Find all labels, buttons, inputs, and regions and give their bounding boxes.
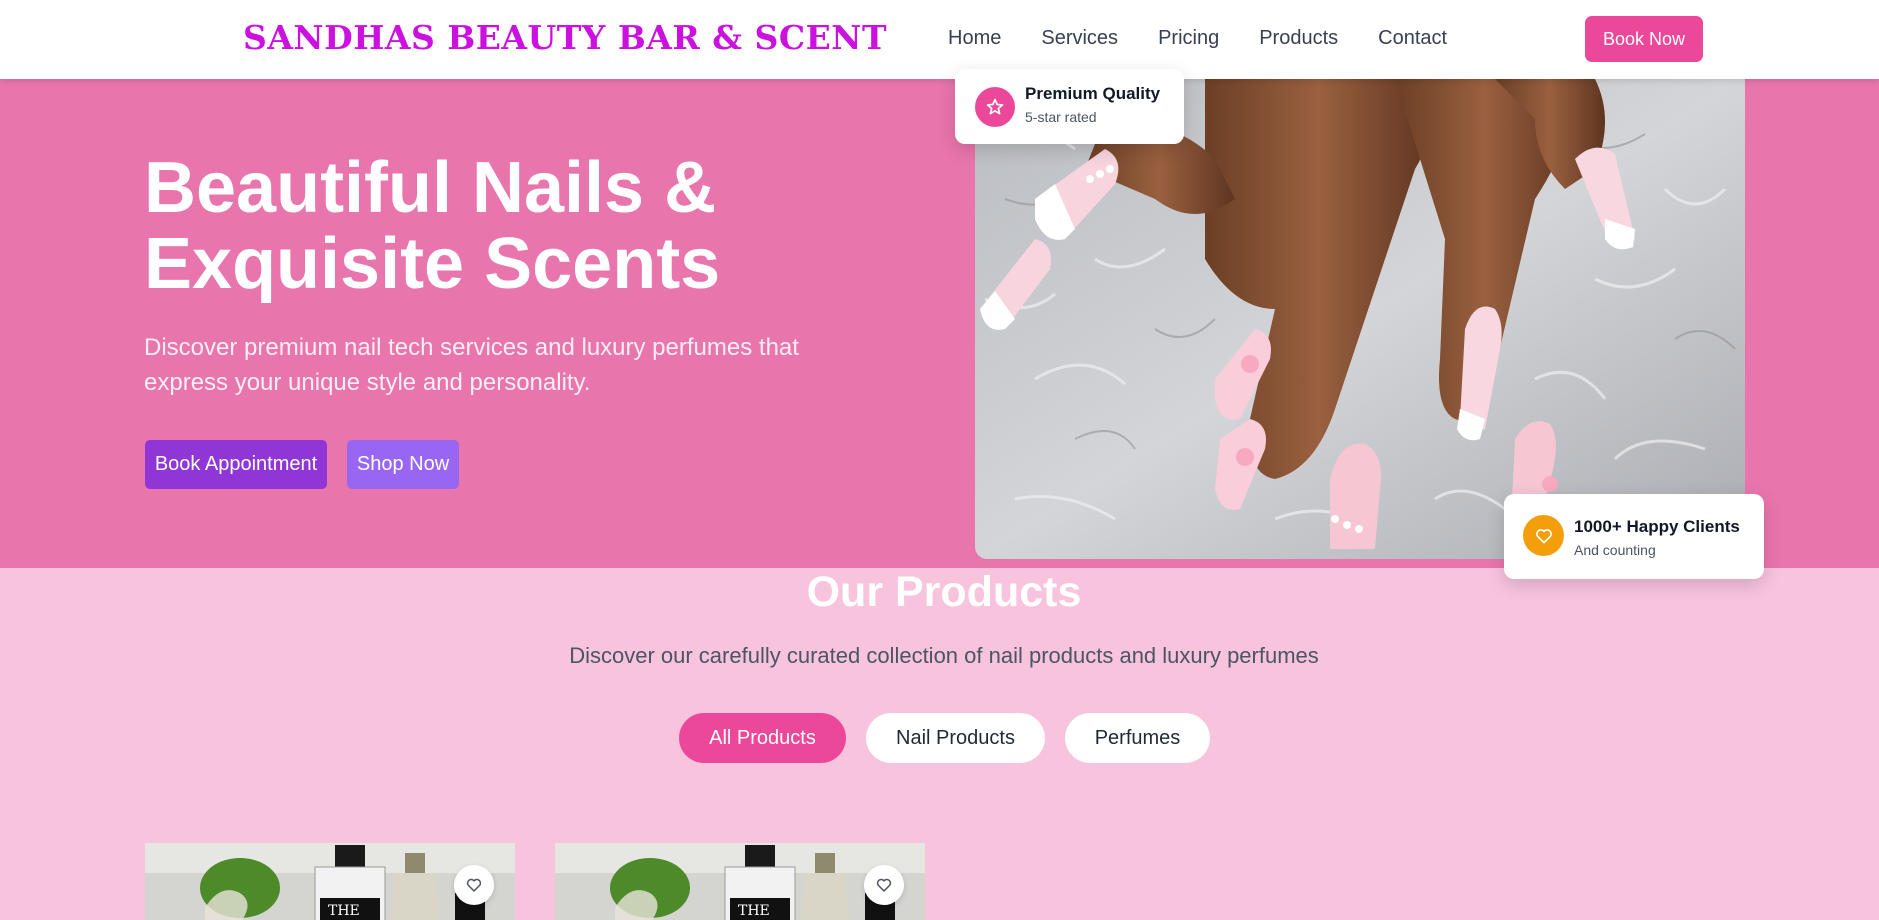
book-now-button[interactable]: Book Now — [1585, 16, 1703, 62]
nav-products[interactable]: Products — [1259, 27, 1338, 50]
heart-icon — [466, 878, 482, 892]
book-appointment-button[interactable]: Book Appointment — [145, 440, 327, 489]
manicured-hands-photo — [975, 79, 1745, 559]
filter-perfumes[interactable]: Perfumes — [1065, 713, 1210, 763]
hero-image — [975, 79, 1745, 559]
badge-quality-subtitle: 5-star rated — [1025, 109, 1097, 125]
nav-services[interactable]: Services — [1041, 27, 1118, 50]
hero-section: Beautiful Nails & Exquisite Scents Disco… — [0, 69, 1879, 579]
premium-quality-badge: Premium Quality 5-star rated — [955, 69, 1184, 144]
nav-contact[interactable]: Contact — [1378, 27, 1447, 50]
site-header: SANDHAS BEAUTY BAR & SCENT Home Services… — [0, 0, 1879, 79]
brand-logo[interactable]: SANDHAS BEAUTY BAR & SCENT — [243, 18, 887, 57]
nav-pricing[interactable]: Pricing — [1158, 27, 1219, 50]
filter-nail-products[interactable]: Nail Products — [866, 713, 1045, 763]
heart-icon — [876, 878, 892, 892]
shop-now-button[interactable]: Shop Now — [347, 440, 459, 489]
product-card[interactable]: THE — [555, 843, 925, 920]
badge-clients-subtitle: And counting — [1574, 542, 1656, 558]
heart-icon — [1523, 515, 1564, 556]
favorite-button[interactable] — [454, 865, 494, 905]
nav-home[interactable]: Home — [948, 27, 1001, 50]
star-icon — [975, 87, 1015, 127]
products-subtitle: Discover our carefully curated collectio… — [569, 643, 1319, 668]
svg-text:THE: THE — [738, 903, 770, 919]
happy-clients-badge: 1000+ Happy Clients And counting — [1504, 494, 1764, 579]
main-nav: Home Services Pricing Products Contact — [948, 27, 1447, 50]
hero-title: Beautiful Nails & Exquisite Scents — [144, 150, 720, 302]
badge-clients-title: 1000+ Happy Clients — [1574, 517, 1740, 536]
favorite-button[interactable] — [864, 865, 904, 905]
filter-all-products[interactable]: All Products — [679, 713, 846, 763]
hero-title-line-1: Beautiful Nails & — [144, 148, 717, 228]
product-card[interactable]: THE — [145, 843, 515, 920]
hero-title-line-2: Exquisite Scents — [144, 224, 721, 304]
hero-subtitle: Discover premium nail tech services and … — [144, 334, 799, 396]
badge-quality-title: Premium Quality — [1025, 84, 1161, 103]
svg-text:THE: THE — [328, 903, 360, 919]
